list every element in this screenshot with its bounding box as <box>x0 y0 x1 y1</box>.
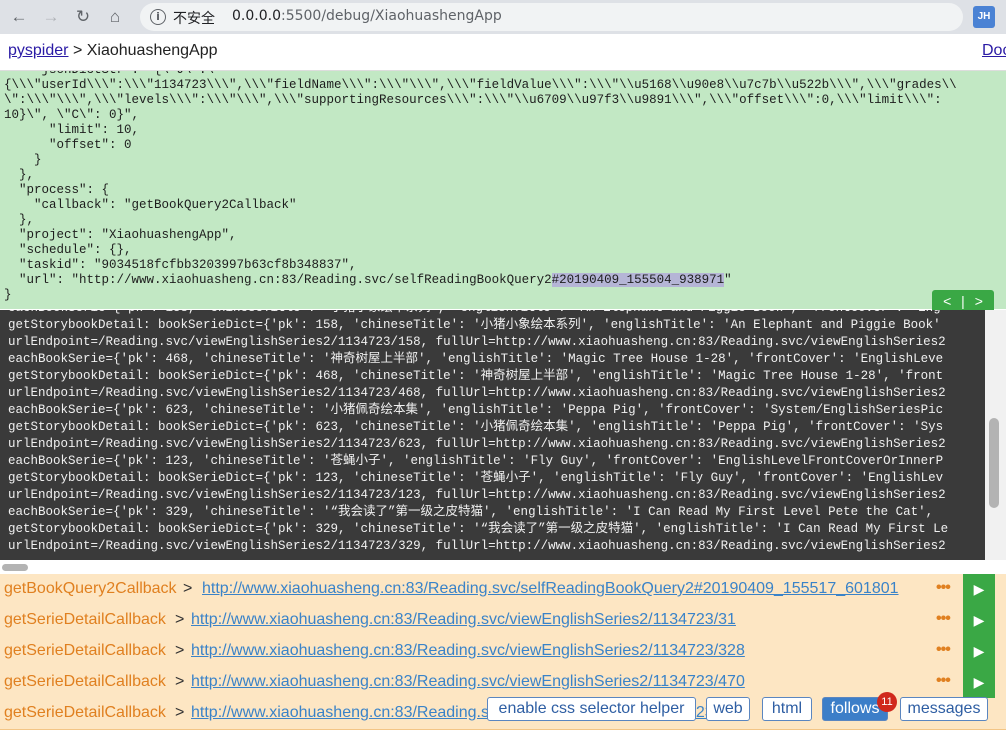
log-line: urlEndpoint=/Reading.svc/viewEnglishSeri… <box>8 386 946 400</box>
forward-arrow-icon[interactable]: → <box>40 6 62 28</box>
breadcrumb-root-link[interactable]: pyspider <box>8 42 68 59</box>
follow-row[interactable]: getSerieDetailCallback > http://www.xiaohu… <box>0 605 1006 637</box>
log-line: eachBookSerie={'pk': 329, 'chineseTitle'… <box>8 505 934 519</box>
follow-callback: getSerieDetailCallback <box>4 704 166 721</box>
run-follow-button[interactable]: ▶ <box>963 667 995 698</box>
home-icon[interactable]: ⌂ <box>104 6 126 28</box>
web-tab-button[interactable]: web <box>706 697 750 721</box>
json-line: "project": "XiaohuashengApp", <box>4 228 237 242</box>
vertical-scrollbar-thumb[interactable] <box>989 418 999 508</box>
json-line: "process": { <box>4 183 110 197</box>
json-line: "schedule": {}, <box>4 243 132 257</box>
more-options-icon[interactable]: ••• <box>936 672 951 690</box>
log-line: urlEndpoint=/Reading.svc/viewEnglishSeri… <box>8 437 946 451</box>
css-selector-helper-button[interactable]: enable css selector helper <box>487 697 696 721</box>
browser-toolbar: ← → ↻ ⌂ i 不安全 0.0.0.0:5500/debug/Xiaohua… <box>0 0 1006 34</box>
log-line: eachBookSerie={'pk': 123, 'chineseTitle'… <box>8 454 944 468</box>
follow-separator: > <box>175 642 185 659</box>
follow-separator: > <box>175 704 185 721</box>
follow-row[interactable]: getSerieDetailCallback > http://www.xiaohu… <box>0 667 1006 699</box>
follow-url-link[interactable]: http://www.xiaohuasheng.cn:83/Reading.sv… <box>191 673 745 691</box>
follow-separator: > <box>175 673 185 690</box>
insecure-label: 不安全 <box>173 11 215 27</box>
follows-count-badge: 11 <box>877 692 897 712</box>
log-line: urlEndpoint=/Reading.svc/viewEnglishSeri… <box>8 488 946 502</box>
follow-callback: getSerieDetailCallback <box>4 611 166 628</box>
log-output-panel[interactable]: eachBookSerie={'pk': 158, 'chineseTitle'… <box>0 310 985 560</box>
log-line: eachBookSerie={'pk': 623, 'chineseTitle'… <box>8 403 944 417</box>
json-line: "jsonDictStr": "{\"J\":\" <box>4 71 1006 78</box>
run-follow-button[interactable]: ▶ <box>963 636 995 667</box>
run-follow-button[interactable]: ▶ <box>963 605 995 636</box>
json-line: {\\\"userId\\\":\\\"1134723\\\",\\\"fiel… <box>4 78 957 92</box>
follow-url-link[interactable]: http://www.xiaohuasheng.cn:83/Reading.sv… <box>191 611 736 629</box>
log-line: getStorybookDetail: bookSerieDict={'pk':… <box>8 318 941 332</box>
follow-separator: > <box>175 611 185 628</box>
result-pager[interactable]: < | > <box>932 290 994 312</box>
json-line: }, <box>4 168 35 182</box>
vertical-scrollbar[interactable] <box>985 310 1006 560</box>
app-header: pyspider > XiaohuashengApp Doc <box>0 34 1006 71</box>
horizontal-scrollbar-thumb[interactable] <box>2 564 28 571</box>
log-line: urlEndpoint=/Reading.svc/viewEnglishSeri… <box>8 539 946 553</box>
next-button[interactable]: > <box>975 293 983 309</box>
breadcrumb: pyspider > XiaohuashengApp <box>8 42 218 60</box>
follow-callback: getBookQuery2Callback <box>4 580 177 597</box>
json-line: "limit": 10, <box>4 123 140 137</box>
follow-separator: > <box>183 580 193 597</box>
task-json-code: "jsonDictStr": "{\"J\":\"{\\\"userId\\\"… <box>0 71 1006 303</box>
log-output-code: eachBookSerie={'pk': 158, 'chineseTitle'… <box>0 310 985 555</box>
prev-button[interactable]: < <box>943 293 951 309</box>
log-line: eachBookSerie={'pk': 468, 'chineseTitle'… <box>8 352 944 366</box>
more-options-icon[interactable]: ••• <box>936 610 951 628</box>
follow-row[interactable]: getSerieDetailCallback > http://www.xiaohu… <box>0 636 1006 668</box>
breadcrumb-project: XiaohuashengApp <box>86 42 218 59</box>
messages-tab-button[interactable]: messages <box>900 697 988 721</box>
follow-url-link[interactable]: http://www.xiaohuasheng.cn:83/Reading.sv… <box>202 580 899 598</box>
more-options-icon[interactable]: ••• <box>936 641 951 659</box>
follow-callback: getSerieDetailCallback <box>4 642 166 659</box>
log-line: getStorybookDetail: bookSerieDict={'pk':… <box>8 420 944 434</box>
back-arrow-icon[interactable]: ← <box>8 6 30 28</box>
json-line: } <box>4 153 42 167</box>
more-options-icon[interactable]: ••• <box>936 579 951 597</box>
json-line: }, <box>4 213 35 227</box>
log-line: getStorybookDetail: bookSerieDict={'pk':… <box>8 471 944 485</box>
follow-callback: getSerieDetailCallback <box>4 673 166 690</box>
json-line: "taskid": "9034518fcfbb3203997b63cf8b348… <box>4 258 357 272</box>
log-line: eachBookSerie={'pk': 158, 'chineseTitle'… <box>8 310 985 317</box>
url-text[interactable]: 0.0.0.0:5500/debug/XiaohuashengApp <box>232 8 502 24</box>
json-line: "offset": 0 <box>4 138 132 152</box>
follow-url-link[interactable]: http://www.xiaohuasheng.cn:83/Reading.sv… <box>191 642 745 660</box>
horizontal-scrollbar[interactable] <box>0 560 1006 574</box>
task-json-panel[interactable]: "jsonDictStr": "{\"J\":\"{\\\"userId\\\"… <box>0 71 1006 309</box>
url-host: 0.0.0.0 <box>232 8 281 24</box>
breadcrumb-separator: > <box>72 42 83 59</box>
selected-text: #20190409_155504_938971 <box>551 273 725 287</box>
url-path: :5500/debug/XiaohuashengApp <box>280 8 502 24</box>
info-icon[interactable]: i <box>150 9 166 25</box>
log-line: getStorybookDetail: bookSerieDict={'pk':… <box>8 522 949 536</box>
html-tab-button[interactable]: html <box>762 697 812 721</box>
json-line: "url": "http://www.xiaohuasheng.cn:83/Re… <box>4 273 732 287</box>
pager-separator: | <box>961 293 965 309</box>
log-line: urlEndpoint=/Reading.svc/viewEnglishSeri… <box>8 335 946 349</box>
run-follow-button[interactable]: ▶ <box>963 574 995 605</box>
json-line: "callback": "getBookQuery2Callback" <box>4 198 297 212</box>
avatar[interactable]: JH <box>973 6 995 28</box>
reload-icon[interactable]: ↻ <box>72 6 94 28</box>
json-line: 10}\", \"C\": 0}", <box>4 108 140 122</box>
json-line: \":\\\"\\\",\\\"levels\\\":\\\"\\\",\\\"… <box>4 93 942 107</box>
json-line: } <box>4 288 12 302</box>
docs-link[interactable]: Doc <box>982 42 1006 60</box>
address-bar[interactable]: i 不安全 0.0.0.0:5500/debug/XiaohuashengApp… <box>140 3 991 31</box>
follow-row[interactable]: getBookQuery2Callback > http://www.xiaohua… <box>0 574 1006 606</box>
log-line: getStorybookDetail: bookSerieDict={'pk':… <box>8 369 944 383</box>
